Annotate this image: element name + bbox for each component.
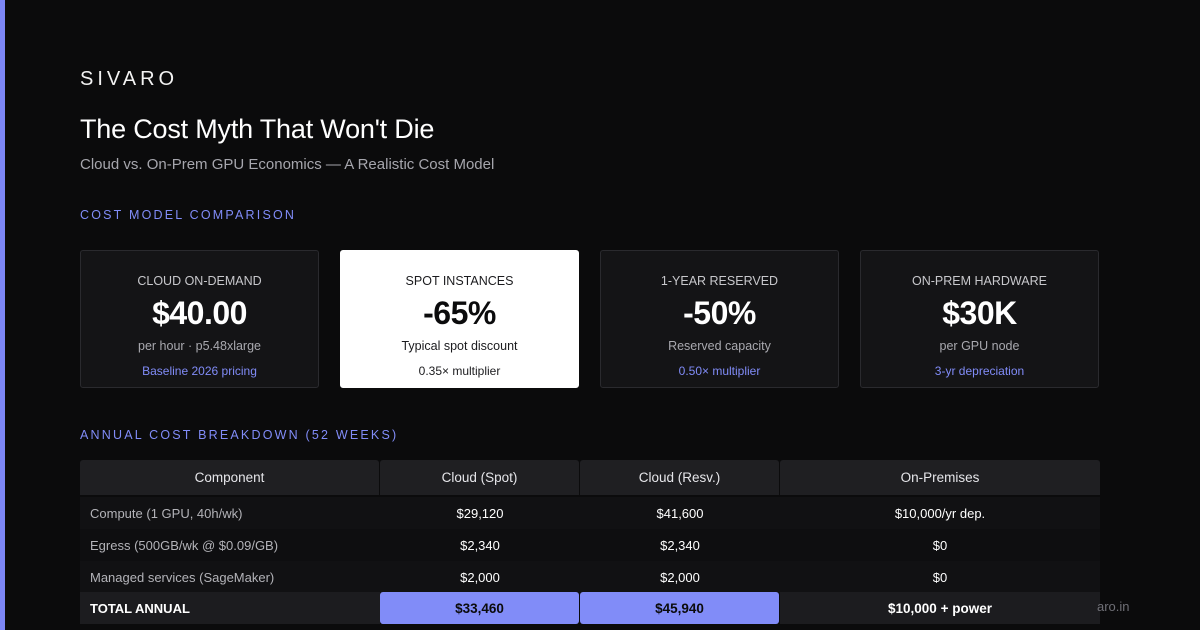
card-label: CLOUD ON-DEMAND	[137, 274, 262, 288]
total-cloud-spot: $33,460	[380, 592, 579, 624]
card-label: ON-PREM HARDWARE	[912, 274, 1047, 288]
table-total-row: TOTAL ANNUAL $33,460 $45,940 $10,000 + p…	[80, 592, 1100, 624]
card-description: per hour · p5.48xlarge	[138, 339, 261, 353]
table-cell: $2,340	[580, 529, 780, 561]
card-value: -65%	[423, 295, 496, 331]
table-row: Compute (1 GPU, 40h/wk) $29,120 $41,600 …	[80, 497, 1100, 529]
table-row: Managed services (SageMaker) $2,000 $2,0…	[80, 561, 1100, 593]
table-cell: Managed services (SageMaker)	[80, 561, 380, 593]
total-cloud-reserved: $45,940	[580, 592, 779, 624]
total-label: TOTAL ANNUAL	[80, 592, 380, 624]
table-cell: Compute (1 GPU, 40h/wk)	[80, 497, 380, 529]
table-header-row: Component Cloud (Spot) Cloud (Resv.) On-…	[80, 460, 1100, 495]
total-on-premises: $10,000 + power	[780, 592, 1100, 624]
table-row: Egress (500GB/wk @ $0.09/GB) $2,340 $2,3…	[80, 529, 1100, 561]
table-header-cell: Cloud (Resv.)	[580, 460, 779, 495]
footer-url: aro.in	[1097, 599, 1130, 614]
card-1-year-reserved: 1-YEAR RESERVED -50% Reserved capacity 0…	[600, 250, 839, 388]
brand-logo: SIVARO	[80, 68, 179, 90]
card-description: Typical spot discount	[401, 339, 518, 353]
table-header-cell: Cloud (Spot)	[380, 460, 579, 495]
page-title: The Cost Myth That Won't Die	[80, 114, 435, 144]
card-value: -50%	[683, 295, 756, 331]
card-value: $30K	[942, 295, 1017, 331]
card-label: SPOT INSTANCES	[405, 274, 514, 288]
card-description: Reserved capacity	[668, 339, 771, 353]
table-cell: $2,340	[380, 529, 580, 561]
table-cell: $2,000	[580, 561, 780, 593]
cost-cards: CLOUD ON-DEMAND $40.00 per hour · p5.48x…	[80, 250, 1100, 390]
section-heading-breakdown: ANNUAL COST BREAKDOWN (52 WEEKS)	[80, 428, 399, 442]
card-spot-instances: SPOT INSTANCES -65% Typical spot discoun…	[340, 250, 579, 388]
table-cell: $2,000	[380, 561, 580, 593]
table-header-cell: Component	[80, 460, 379, 495]
card-note: 0.50× multiplier	[678, 364, 761, 378]
table-cell: $0	[780, 529, 1100, 561]
card-cloud-on-demand: CLOUD ON-DEMAND $40.00 per hour · p5.48x…	[80, 250, 319, 388]
section-heading-comparison: COST MODEL COMPARISON	[80, 208, 297, 222]
card-note: 3-yr depreciation	[934, 364, 1025, 378]
card-label: 1-YEAR RESERVED	[660, 274, 779, 288]
card-description: per GPU node	[939, 339, 1020, 353]
table-cell: $0	[780, 561, 1100, 593]
accent-bar	[0, 0, 5, 630]
table-header-cell: On-Premises	[780, 460, 1100, 495]
table-cell: $10,000/yr dep.	[780, 497, 1100, 529]
table-cell: $29,120	[380, 497, 580, 529]
card-on-prem-hardware: ON-PREM HARDWARE $30K per GPU node 3-yr …	[860, 250, 1099, 388]
card-note: Baseline 2026 pricing	[142, 364, 257, 378]
card-value: $40.00	[152, 295, 247, 331]
table-cell: $41,600	[580, 497, 780, 529]
table-cell: Egress (500GB/wk @ $0.09/GB)	[80, 529, 380, 561]
page-subtitle: Cloud vs. On-Prem GPU Economics — A Real…	[80, 156, 495, 173]
card-note: 0.35× multiplier	[418, 364, 501, 378]
